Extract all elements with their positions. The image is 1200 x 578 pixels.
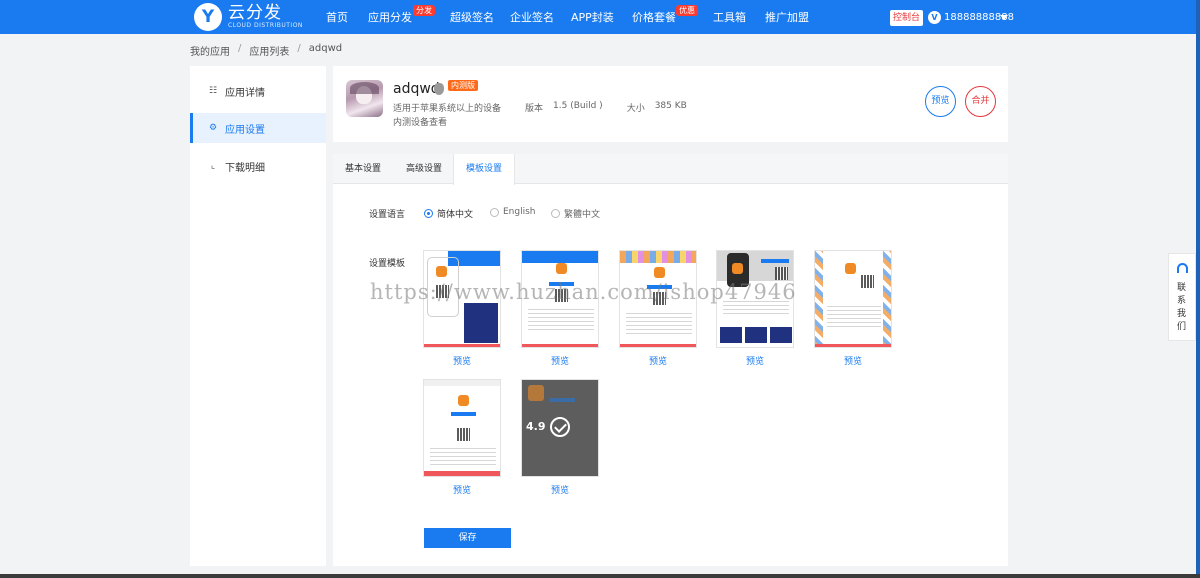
sidebar-item-download-details[interactable]: ⌞ 下载明细: [190, 151, 326, 181]
radio-dot: [490, 207, 499, 217]
grid-icon: ☷: [208, 86, 218, 96]
nav-toolbox[interactable]: 工具箱: [713, 0, 746, 34]
template-preview-link-5[interactable]: 预览: [814, 354, 892, 367]
scrollbar[interactable]: [1196, 0, 1200, 578]
nav-app-distribution[interactable]: 应用分发: [368, 0, 412, 34]
merge-button[interactable]: 合并: [965, 86, 996, 117]
tab-advanced-settings[interactable]: 高级设置: [394, 154, 454, 184]
size-value: 385 KB: [654, 101, 687, 111]
radio-label: 简体中文: [437, 210, 474, 220]
template-preview-link-6[interactable]: 预览: [423, 483, 501, 496]
chevron-down-icon[interactable]: [1000, 15, 1008, 20]
tab-bar: 基本设置 高级设置 模板设置: [333, 154, 1008, 185]
breadcrumb-separator: /: [238, 43, 242, 54]
breadcrumb-my-apps[interactable]: 我的应用: [190, 43, 230, 58]
console-button[interactable]: 控制台: [890, 10, 924, 26]
nav-badge-discount: 优惠: [676, 5, 698, 16]
gear-icon: ⚙: [208, 123, 218, 133]
nav-app-wrap[interactable]: APP封装: [571, 0, 614, 34]
save-button[interactable]: 保存: [424, 528, 511, 548]
template-label: 设置模板: [369, 259, 406, 269]
nav-badge-distribution: 分发: [413, 5, 435, 16]
size-label: 大小: [626, 104, 645, 114]
radio-simplified-chinese[interactable]: 简体中文: [424, 207, 473, 220]
nav-home[interactable]: 首页: [326, 0, 348, 34]
app-icon: [346, 80, 383, 117]
sidebar: ☷ 应用详情 ⚙ 应用设置 ⌞ 下载明细: [190, 66, 326, 566]
checkmark-icon: [550, 417, 570, 437]
sidebar-item-label: 应用设置: [225, 124, 265, 136]
contact-us-float[interactable]: 联系我们: [1168, 253, 1196, 341]
sidebar-item-app-settings[interactable]: ⚙ 应用设置: [190, 113, 326, 143]
template-preview-link-3[interactable]: 预览: [619, 354, 697, 367]
radio-label: 繁體中文: [564, 210, 601, 220]
logo-icon: Y: [194, 3, 222, 31]
sidebar-item-label: 应用详情: [225, 87, 265, 99]
template-preview-link-7[interactable]: 预览: [521, 483, 599, 496]
rating-number: 4.9: [526, 420, 546, 433]
beta-devices-link[interactable]: 内测设备查看: [393, 115, 447, 128]
template-preview-link-4[interactable]: 预览: [716, 354, 794, 367]
language-label: 设置语言: [369, 210, 406, 220]
top-navbar: Y 云分发 CLOUD DISTRIBUTION 首页 应用分发 分发 超级签名…: [0, 0, 1200, 34]
breadcrumb-separator: /: [297, 43, 301, 54]
preview-button[interactable]: 预览: [925, 86, 956, 117]
version-value: 1.5 (Build ): [553, 101, 603, 111]
contact-us-label: 联系我们: [1177, 283, 1187, 332]
logo[interactable]: Y 云分发 CLOUD DISTRIBUTION: [194, 3, 303, 31]
template-preview-link-2[interactable]: 预览: [521, 354, 599, 367]
tab-template-settings[interactable]: 模板设置: [453, 154, 516, 185]
app-desc: 适用于苹果系统以上的设备: [393, 104, 502, 114]
app-name: adqwd: [393, 81, 440, 97]
radio-english[interactable]: English: [490, 207, 536, 217]
breadcrumb: 我的应用 / 应用列表 / adqwd: [190, 43, 342, 58]
radio-traditional-chinese[interactable]: 繁體中文: [551, 207, 600, 220]
logo-subtitle: CLOUD DISTRIBUTION: [228, 22, 303, 29]
breadcrumb-app-list[interactable]: 应用列表: [249, 43, 289, 58]
sidebar-item-app-details[interactable]: ☷ 应用详情: [190, 76, 326, 106]
radio-dot: [551, 209, 560, 218]
bottom-edge: [0, 574, 1200, 578]
template-preview-link-1[interactable]: 预览: [423, 354, 501, 367]
nav-enterprise-sign[interactable]: 企业签名: [510, 0, 554, 34]
app-meta: 适用于苹果系统以上的设备 版本 1.5 (Build ) 大小 385 KB: [393, 101, 687, 114]
tab-basic-settings[interactable]: 基本设置: [333, 154, 393, 184]
app-info-card: adqwd 内测版 适用于苹果系统以上的设备 版本 1.5 (Build ) 大…: [333, 66, 1008, 142]
sidebar-item-label: 下载明细: [225, 162, 265, 174]
version-label: 版本: [525, 104, 544, 114]
radio-dot: [424, 209, 433, 218]
headset-icon: [1177, 263, 1188, 273]
watermark: https://www.huzhan.com/ishop47946: [370, 280, 797, 304]
template-thumb-7-selected[interactable]: 4.9: [521, 379, 599, 477]
nav-affiliate[interactable]: 推广加盟: [765, 0, 809, 34]
radio-label: English: [503, 207, 536, 217]
chart-icon: ⌞: [210, 161, 216, 171]
template-thumb-5[interactable]: [814, 250, 892, 348]
beta-tag: 内测版: [448, 80, 478, 91]
logo-title: 云分发: [228, 3, 282, 23]
settings-panel: 基本设置 高级设置 模板设置 设置语言 简体中文 English 繁體中文 设置…: [333, 154, 1008, 566]
nav-super-sign[interactable]: 超级签名: [450, 0, 494, 34]
nav-pricing[interactable]: 价格套餐: [632, 0, 676, 34]
user-avatar[interactable]: V: [928, 11, 941, 24]
apple-icon: [434, 83, 444, 95]
breadcrumb-current: adqwd: [308, 43, 343, 54]
template-thumb-6[interactable]: [423, 379, 501, 477]
